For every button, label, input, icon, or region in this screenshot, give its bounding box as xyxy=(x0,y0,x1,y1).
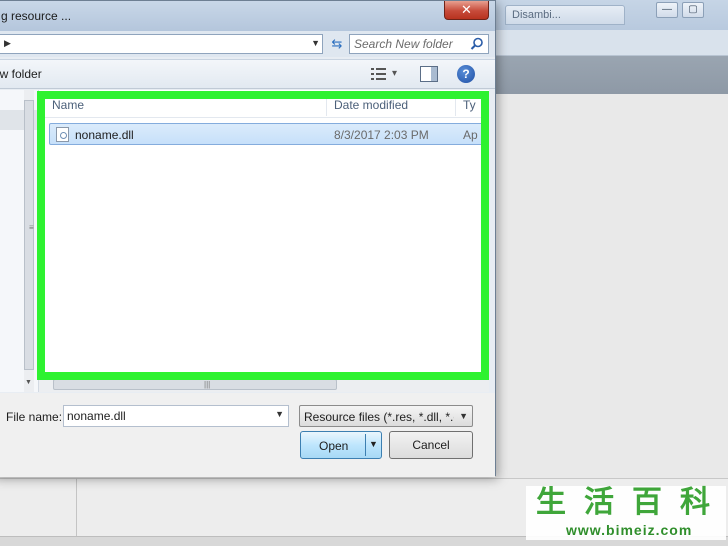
open-button-label: Open xyxy=(319,439,349,453)
watermark-char: 生 xyxy=(536,486,566,519)
file-name-cell: noname.dll xyxy=(75,128,134,142)
file-name-input[interactable] xyxy=(64,406,264,426)
file-type-cell: Ap xyxy=(463,128,478,142)
search-icon[interactable] xyxy=(470,37,484,51)
open-file-dialog: g resource ... ✕ ▶ ▼ ⇆ ew folder xyxy=(0,0,496,477)
watermark-char: 活 xyxy=(584,486,614,519)
maximize-button[interactable]: ▢ xyxy=(682,2,704,18)
chevron-down-icon[interactable]: ▼ xyxy=(369,439,378,449)
split-divider xyxy=(365,434,366,456)
close-button[interactable]: ✕ xyxy=(444,1,489,20)
column-header-row: Name Date modified Ty xyxy=(39,90,489,118)
navigation-scrollbar[interactable] xyxy=(24,90,34,392)
horizontal-scroll-thumb[interactable]: ||| xyxy=(53,379,337,390)
command-bar: ew folder ▾ ? xyxy=(0,59,495,89)
new-folder-button[interactable]: ew folder xyxy=(0,67,42,81)
address-row: ▶ ▼ ⇆ xyxy=(0,31,495,57)
column-date-modified[interactable]: Date modified xyxy=(334,98,408,112)
scroll-grip-icon: ||| xyxy=(204,380,211,389)
scroll-down-icon[interactable]: ▼ xyxy=(25,379,32,386)
file-type-selected: Resource files (*.res, *.dll, *.exe) xyxy=(304,410,454,424)
horizontal-scrollbar[interactable]: ||| xyxy=(39,376,489,392)
search-box[interactable] xyxy=(349,34,489,54)
cancel-button[interactable]: Cancel xyxy=(389,431,473,459)
dialog-title: g resource ... xyxy=(1,9,72,23)
file-row[interactable]: noname.dll 8/3/2017 2:03 PM Ap xyxy=(49,123,489,145)
column-divider[interactable] xyxy=(326,92,327,116)
background-tab[interactable]: Disambi... xyxy=(505,5,625,25)
watermark-char: 科 xyxy=(680,486,710,519)
file-list[interactable]: Name Date modified Ty noname.dll 8/3/201… xyxy=(39,90,489,380)
chevron-down-icon[interactable]: ▼ xyxy=(275,409,284,419)
file-name-label: File name: xyxy=(6,410,63,424)
address-bar[interactable]: ▶ ▼ xyxy=(0,34,323,54)
background-divider xyxy=(76,478,77,536)
close-icon: ✕ xyxy=(461,2,472,17)
dialog-bottom-area: File name: ▼ Resource files (*.res, *.dl… xyxy=(0,393,495,477)
open-button[interactable]: Open ▼ xyxy=(300,431,382,459)
file-date-cell: 8/3/2017 2:03 PM xyxy=(334,128,429,142)
watermark-chars: 生 活 百 科 xyxy=(530,486,716,520)
watermark-char: 百 xyxy=(632,486,662,519)
minimize-button[interactable]: — xyxy=(656,2,678,18)
dll-file-icon xyxy=(56,127,69,142)
chevron-down-icon: ▼ xyxy=(459,411,468,421)
file-name-combobox[interactable]: ▼ xyxy=(63,405,289,427)
search-input[interactable] xyxy=(350,35,462,53)
refresh-button[interactable]: ⇆ xyxy=(327,34,347,54)
background-panel xyxy=(498,94,728,489)
dialog-titlebar: g resource ... ✕ xyxy=(0,1,495,31)
breadcrumb-arrow-icon[interactable]: ▶ xyxy=(4,38,11,49)
column-type[interactable]: Ty xyxy=(463,98,476,112)
views-icon xyxy=(371,68,386,80)
column-divider[interactable] xyxy=(455,92,456,116)
file-type-select[interactable]: Resource files (*.res, *.dll, *.exe) ▼ xyxy=(299,405,473,427)
views-button[interactable]: ▾ xyxy=(371,66,401,84)
preview-pane-icon[interactable] xyxy=(420,66,438,82)
navigation-scroll-thumb[interactable] xyxy=(24,100,34,370)
chevron-down-icon: ▾ xyxy=(392,68,398,79)
refresh-icon: ⇆ xyxy=(331,36,343,51)
chevron-down-icon[interactable]: ▼ xyxy=(311,38,320,48)
watermark-url: www.bimeiz.com xyxy=(566,522,693,538)
watermark-logo: 生 活 百 科 www.bimeiz.com xyxy=(526,486,726,540)
column-name[interactable]: Name xyxy=(52,98,84,112)
scroll-grip-icon: ≡ xyxy=(29,223,34,232)
help-icon[interactable]: ? xyxy=(457,65,475,83)
